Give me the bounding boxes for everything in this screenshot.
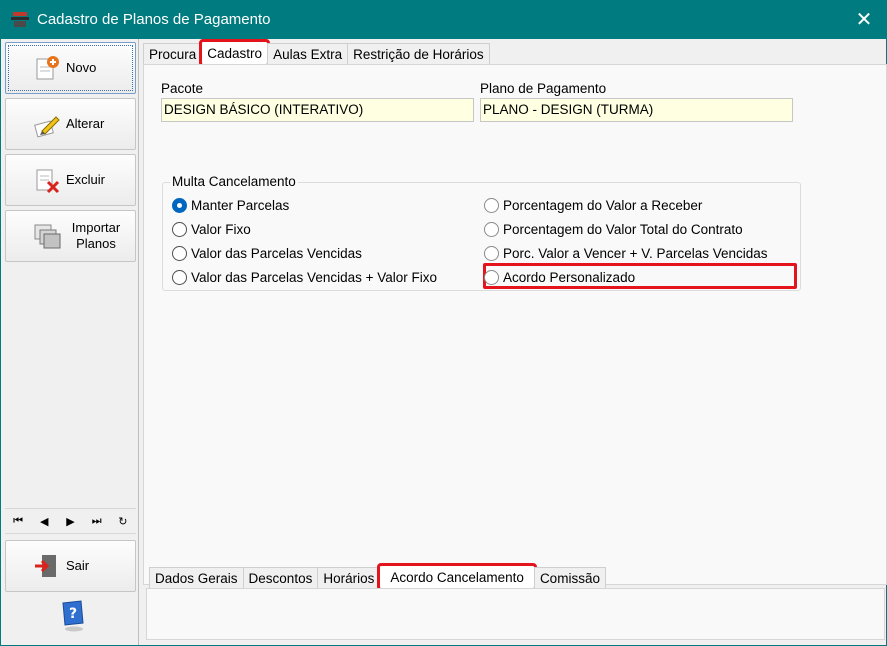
import-plans-button-label: Importar Planos — [71, 220, 121, 251]
new-button-label: Novo — [66, 60, 97, 75]
tab-comissao-label: Comissão — [539, 571, 600, 586]
radio-dot — [484, 221, 499, 237]
radio-valor-parcelas-vencidas[interactable]: Valor das Parcelas Vencidas — [172, 243, 362, 263]
radio-label: Acordo Personalizado — [503, 269, 636, 285]
radio-dot — [172, 221, 187, 237]
first-record-icon[interactable]: ⏮ — [8, 515, 28, 528]
radio-porcentagem-valor-receber[interactable]: Porcentagem do Valor a Receber — [484, 195, 702, 215]
radio-dot — [484, 245, 499, 261]
acordo-cancelamento-panel — [146, 588, 885, 640]
last-record-icon[interactable]: ⏭ — [87, 515, 107, 528]
title-bar: Cadastro de Planos de Pagamento ✕ — [0, 0, 887, 39]
tab-comissao[interactable]: Comissão — [533, 567, 606, 589]
radio-dot — [172, 245, 187, 261]
record-navigator: ⏮ ◀ ▶ ⏭ ↻ — [5, 508, 136, 534]
tab-procura[interactable]: Procura — [143, 43, 203, 65]
tab-horarios[interactable]: Horários — [317, 567, 381, 589]
tab-cadastro-label: Cadastro — [207, 46, 263, 61]
tab-descontos[interactable]: Descontos — [242, 567, 319, 589]
radio-label: Valor Fixo — [191, 221, 251, 237]
multa-cancelamento-group: Multa Cancelamento Manter Parcelas Valor… — [162, 174, 801, 291]
window-title: Cadastro de Planos de Pagamento — [37, 11, 271, 28]
tab-horarios-label: Horários — [323, 571, 375, 586]
radio-label: Porc. Valor a Vencer + V. Parcelas Venci… — [503, 245, 768, 261]
plano-pagamento-field[interactable]: PLANO - DESIGN (TURMA) — [480, 98, 793, 122]
radio-dot — [484, 197, 499, 213]
tab-acordo-cancelamento-label: Acordo Cancelamento — [390, 570, 524, 585]
app-icon — [11, 12, 29, 27]
close-button[interactable]: ✕ — [841, 0, 887, 39]
help-icon[interactable]: ? — [60, 599, 86, 633]
radio-label: Manter Parcelas — [191, 197, 290, 213]
tab-aulas-extra-label: Aulas Extra — [273, 47, 343, 62]
exit-icon — [35, 555, 56, 577]
pacote-field[interactable]: DESIGN BÁSICO (INTERATIVO) — [161, 98, 474, 122]
tab-descontos-label: Descontos — [248, 571, 313, 586]
delete-button[interactable]: Excluir — [5, 154, 136, 206]
radio-valor-parcelas-vencidas-valor-fixo[interactable]: Valor das Parcelas Vencidas + Valor Fixo — [172, 267, 437, 287]
radio-manter-parcelas[interactable]: Manter Parcelas — [172, 195, 289, 215]
multa-cancelamento-legend: Multa Cancelamento — [170, 174, 298, 189]
svg-text:?: ? — [69, 606, 77, 622]
top-tab-strip: Procura Cadastro Aulas Extra Restrição d… — [143, 39, 490, 67]
radio-porcentagem-valor-total-contrato[interactable]: Porcentagem do Valor Total do Contrato — [484, 219, 743, 239]
plano-pagamento-label: Plano de Pagamento — [480, 81, 607, 96]
tab-restricao-horarios-label: Restrição de Horários — [353, 47, 484, 62]
edit-button-label: Alterar — [66, 116, 105, 131]
exit-button[interactable]: Sair — [5, 540, 136, 592]
radio-porc-valor-vencer[interactable]: Porc. Valor a Vencer + V. Parcelas Venci… — [484, 243, 768, 263]
pacote-label: Pacote — [161, 81, 204, 96]
tab-cadastro[interactable]: Cadastro — [199, 39, 271, 67]
radio-dot — [484, 269, 499, 285]
cadastro-panel: Pacote DESIGN BÁSICO (INTERATIVO) Plano … — [143, 64, 887, 585]
new-document-icon — [36, 56, 59, 80]
edit-button[interactable]: Alterar — [5, 98, 136, 150]
exit-button-label: Sair — [66, 558, 90, 573]
radio-label: Porcentagem do Valor Total do Contrato — [503, 221, 743, 237]
radio-label: Valor das Parcelas Vencidas — [191, 245, 362, 261]
radio-label: Valor das Parcelas Vencidas + Valor Fixo — [191, 269, 437, 285]
delete-icon — [36, 169, 60, 194]
close-icon: ✕ — [855, 9, 873, 31]
radio-dot — [172, 269, 187, 285]
tab-aulas-extra[interactable]: Aulas Extra — [267, 43, 349, 65]
radio-acordo-personalizado[interactable]: Acordo Personalizado — [484, 267, 635, 287]
tab-dados-gerais[interactable]: Dados Gerais — [149, 567, 244, 589]
previous-record-icon[interactable]: ◀ — [34, 515, 54, 528]
radio-valor-fixo[interactable]: Valor Fixo — [172, 219, 251, 239]
window-body: Novo Alterar Excluir Importar Planos ⏮ ◀… — [0, 39, 887, 646]
radio-dot — [172, 197, 187, 213]
delete-button-label: Excluir — [66, 172, 106, 187]
radio-label: Porcentagem do Valor a Receber — [503, 197, 703, 213]
refresh-icon[interactable]: ↻ — [113, 515, 133, 528]
import-plans-button[interactable]: Importar Planos — [5, 210, 136, 262]
edit-icon — [34, 116, 60, 138]
next-record-icon[interactable]: ▶ — [60, 515, 80, 528]
bottom-tab-strip: Dados Gerais Descontos Horários Acordo C… — [149, 563, 606, 591]
tab-restricao-horarios[interactable]: Restrição de Horários — [347, 43, 490, 65]
import-icon — [34, 224, 61, 249]
tab-dados-gerais-label: Dados Gerais — [155, 571, 238, 586]
tab-procura-label: Procura — [149, 47, 197, 62]
sidebar: Novo Alterar Excluir Importar Planos ⏮ ◀… — [2, 39, 139, 645]
new-button[interactable]: Novo — [5, 42, 136, 94]
tab-acordo-cancelamento[interactable]: Acordo Cancelamento — [377, 563, 537, 591]
